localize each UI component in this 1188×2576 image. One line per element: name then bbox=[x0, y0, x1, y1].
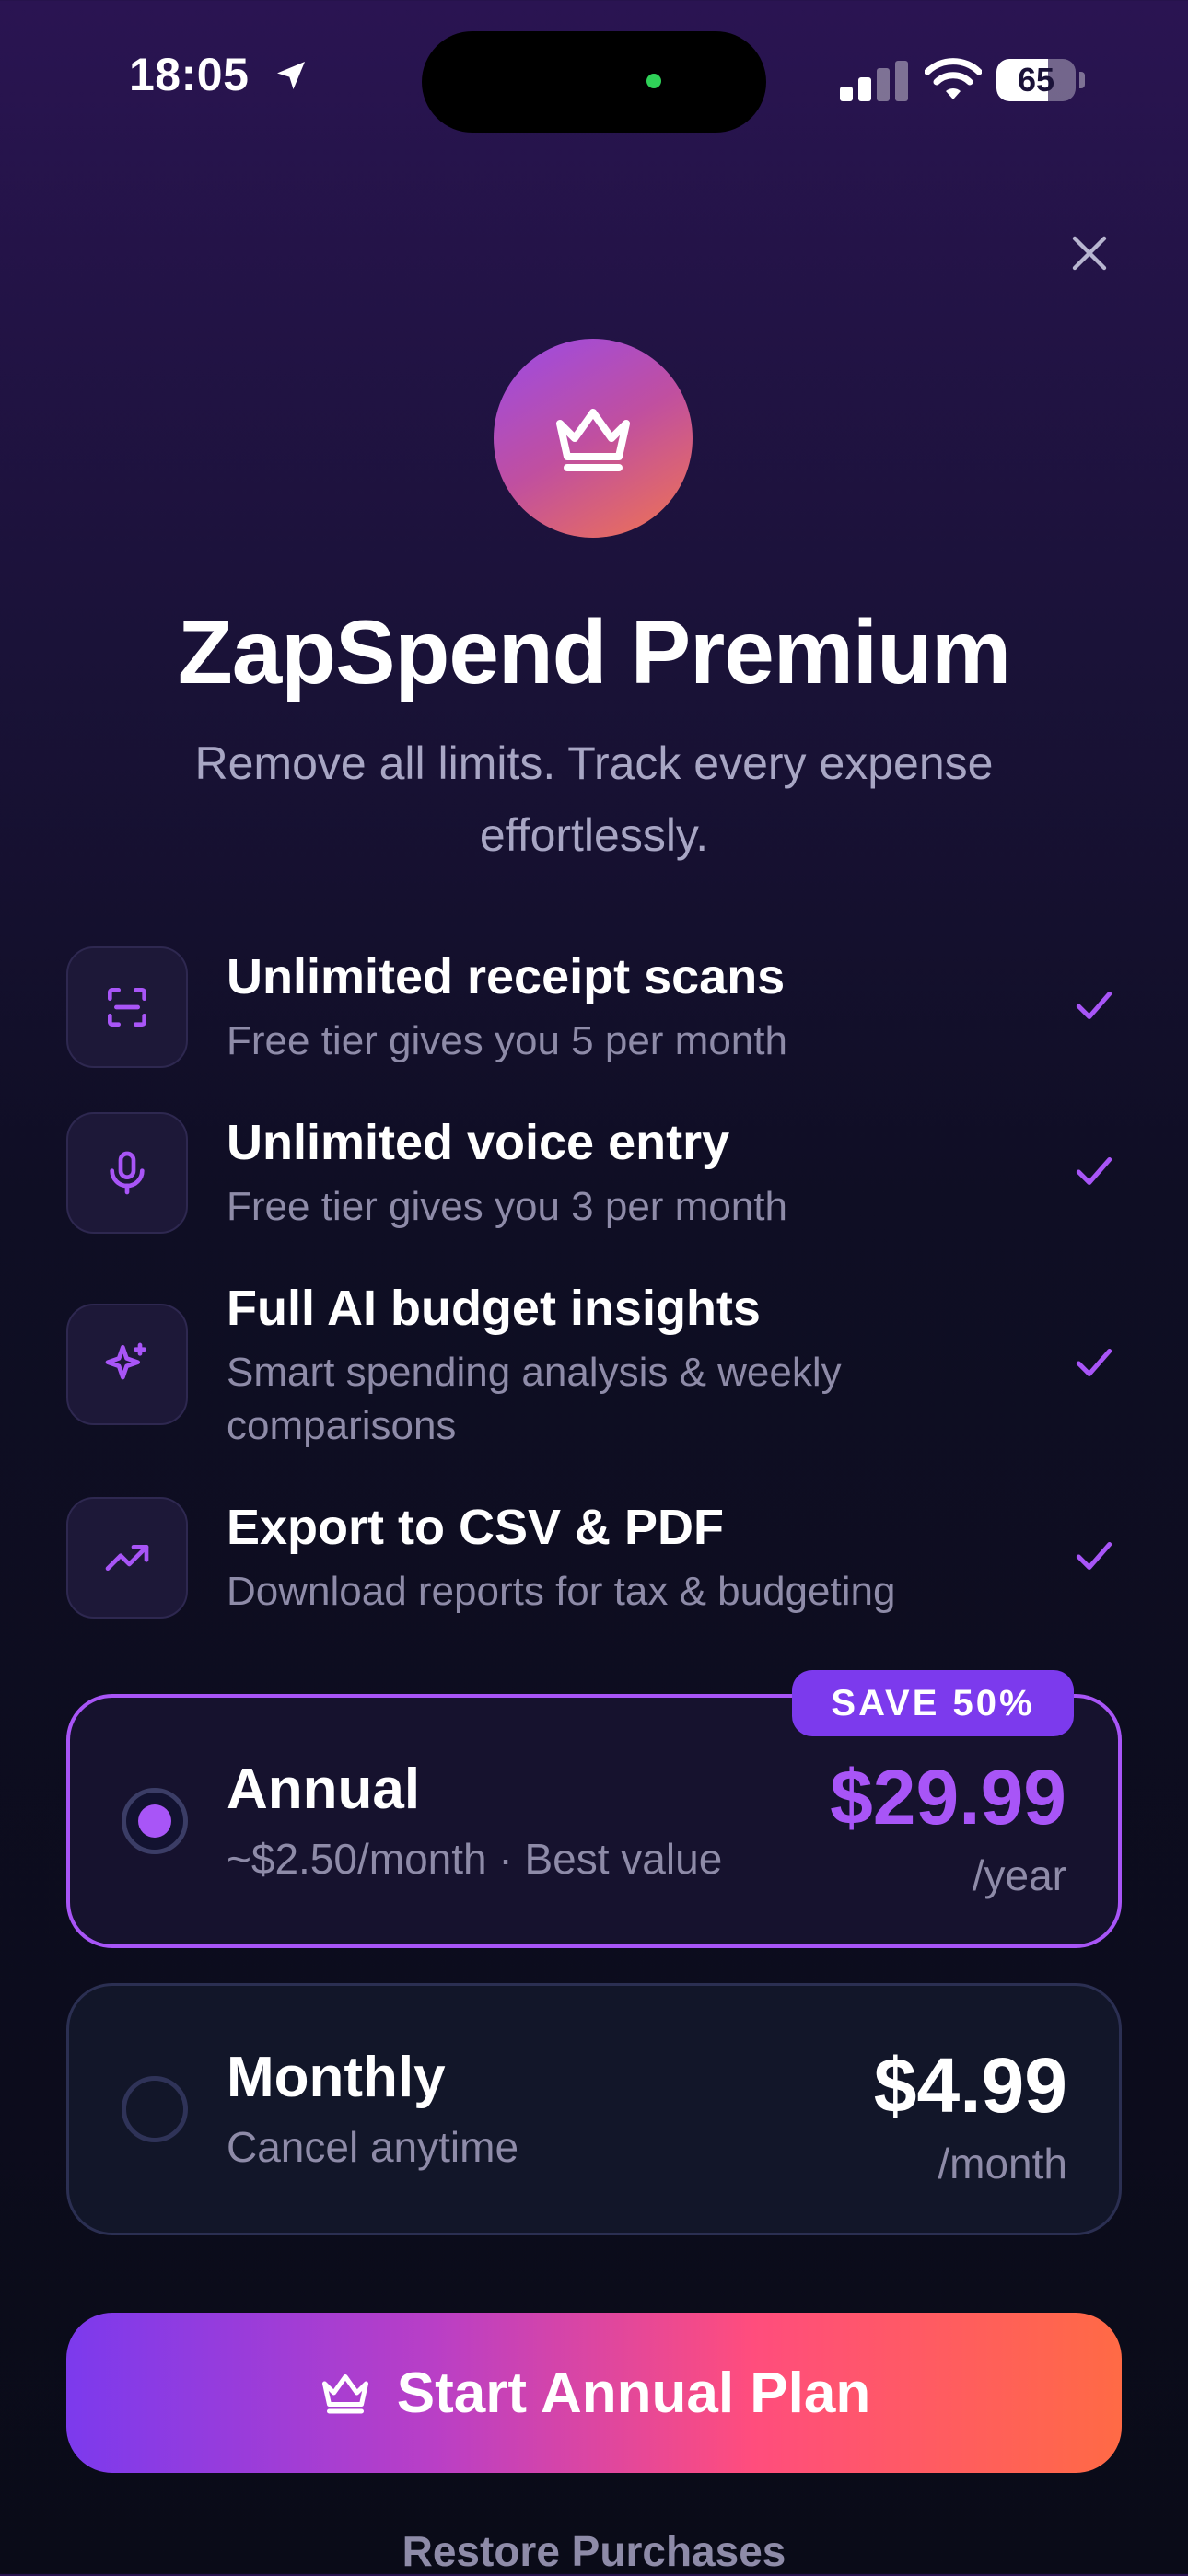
battery-tip bbox=[1079, 72, 1085, 88]
feature-title: Unlimited voice entry bbox=[227, 1115, 730, 1170]
microphone-icon bbox=[110, 1151, 145, 1195]
feature-title: Full AI budget insights bbox=[227, 1281, 761, 1336]
battery-indicator: 65 bbox=[996, 59, 1076, 101]
radio-dot bbox=[138, 1804, 171, 1838]
feature-subtitle: Smart spending analysis & weekly compari… bbox=[227, 1350, 842, 1448]
dynamic-island bbox=[422, 31, 766, 133]
check-icon bbox=[1066, 1528, 1122, 1584]
plan-description: ~$2.50/month · Best value bbox=[227, 1835, 723, 1883]
feature-subtitle: Download reports for tax & budgeting bbox=[227, 1569, 896, 1614]
feature-receipt-scans: Unlimited receipt scans Free tier gives … bbox=[66, 945, 1122, 1068]
crown-icon bbox=[556, 409, 630, 471]
battery-level: 65 bbox=[1017, 61, 1055, 99]
plan-option-monthly[interactable]: Monthly Cancel anytime $4.99 /month bbox=[66, 1983, 1122, 2235]
feature-icon-box bbox=[66, 1112, 188, 1234]
feature-icon-box bbox=[66, 946, 188, 1068]
plan-name: Annual bbox=[227, 1758, 421, 1821]
location-arrow-icon bbox=[273, 57, 309, 99]
feature-subtitle: Free tier gives you 5 per month bbox=[227, 1018, 787, 1063]
plan-price: $29.99 bbox=[830, 1754, 1066, 1840]
crown-icon bbox=[321, 2374, 368, 2414]
premium-badge bbox=[494, 339, 693, 538]
radio-unselected[interactable] bbox=[122, 2076, 188, 2142]
wifi-icon bbox=[924, 57, 983, 106]
cellular-signal-icon bbox=[840, 61, 910, 106]
feature-title: Unlimited receipt scans bbox=[227, 949, 786, 1004]
cta-label: Start Annual Plan bbox=[396, 2361, 871, 2425]
feature-export: Export to CSV & PDF Download reports for… bbox=[66, 1495, 1122, 1619]
sparkles-icon bbox=[105, 1342, 147, 1380]
radio-selected[interactable] bbox=[122, 1788, 188, 1854]
feature-icon-box bbox=[66, 1304, 188, 1425]
plan-name: Monthly bbox=[227, 2046, 446, 2109]
status-time: 18:05 bbox=[129, 49, 250, 100]
close-icon bbox=[1072, 236, 1107, 271]
restore-purchases-link[interactable]: Restore Purchases bbox=[0, 2526, 1188, 2576]
feature-title: Export to CSV & PDF bbox=[227, 1500, 725, 1555]
check-icon bbox=[1066, 1335, 1122, 1390]
page-subtitle: Remove all limits. Track every expense e… bbox=[194, 737, 994, 861]
feature-ai-insights: Full AI budget insights Smart spending a… bbox=[66, 1276, 1122, 1460]
save-badge: SAVE 50% bbox=[792, 1670, 1074, 1736]
scan-icon bbox=[108, 988, 147, 1027]
plan-period: /month bbox=[938, 2140, 1067, 2187]
feature-icon-box bbox=[66, 1497, 188, 1619]
feature-subtitle: Free tier gives you 3 per month bbox=[227, 1184, 787, 1229]
start-plan-button[interactable]: Start Annual Plan bbox=[66, 2313, 1122, 2473]
check-icon bbox=[1066, 978, 1122, 1033]
feature-voice-entry: Unlimited voice entry Free tier gives yo… bbox=[66, 1110, 1122, 1234]
page-title: ZapSpend Premium bbox=[177, 601, 1011, 702]
plan-period: /year bbox=[972, 1851, 1066, 1899]
camera-indicator bbox=[646, 74, 661, 88]
close-button[interactable] bbox=[1057, 221, 1122, 285]
check-icon bbox=[1066, 1143, 1122, 1199]
plan-price: $4.99 bbox=[873, 2042, 1067, 2129]
plan-description: Cancel anytime bbox=[227, 2123, 519, 2171]
trending-up-icon bbox=[105, 1545, 149, 1571]
